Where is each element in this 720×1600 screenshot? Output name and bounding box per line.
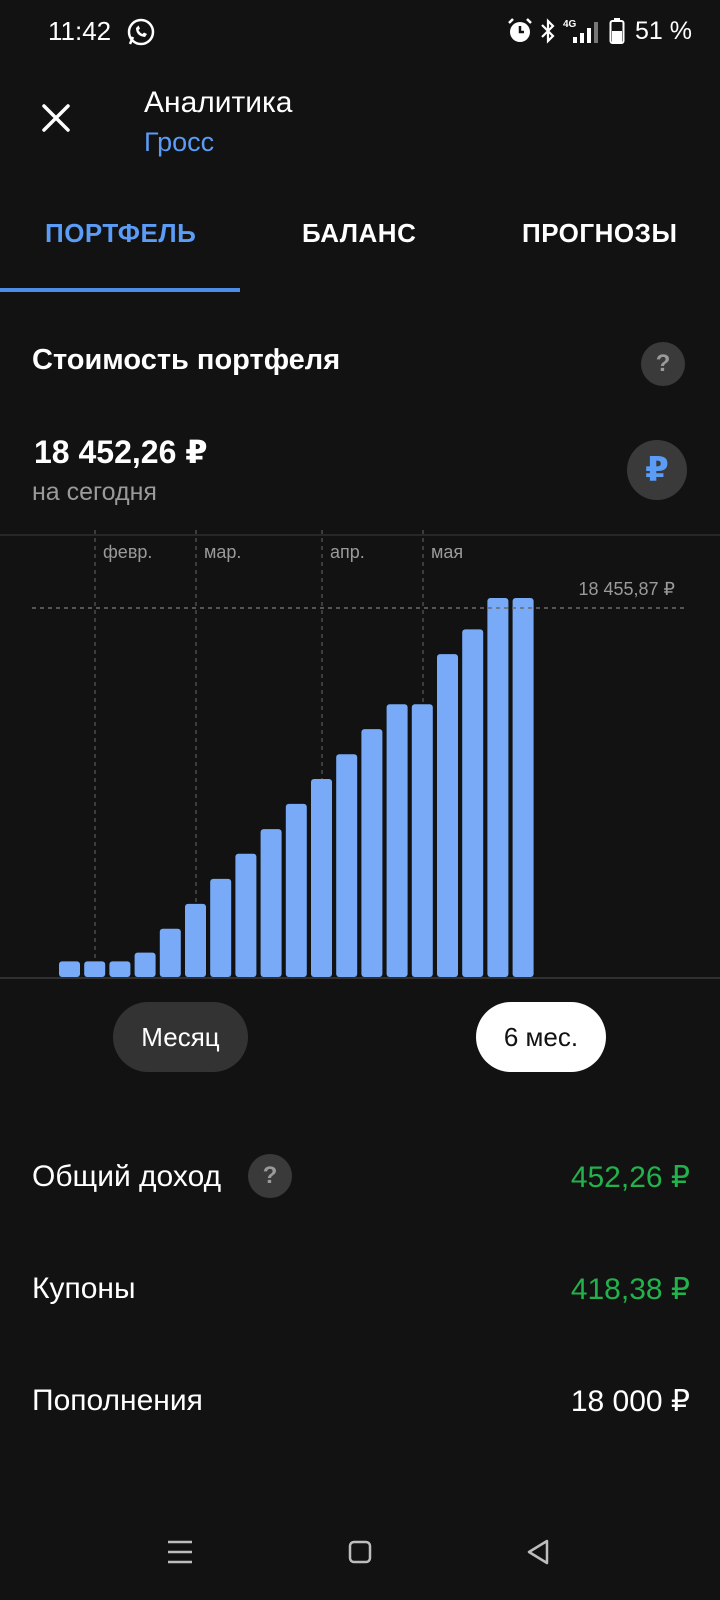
home-button[interactable]	[340, 1532, 380, 1572]
portfolio-value: 18 452,26 ₽	[34, 434, 208, 470]
menu-icon	[168, 1540, 192, 1564]
chart-month-label: мар.	[204, 542, 241, 562]
chart-bar	[59, 961, 80, 977]
portfolio-selector[interactable]: Гросс	[144, 127, 214, 158]
tab-balance[interactable]: БАЛАНС	[302, 218, 416, 249]
chart-month-label: февр.	[103, 542, 152, 562]
chart-bar	[311, 779, 332, 977]
chart-bar	[487, 598, 509, 977]
chart-bar	[109, 961, 131, 977]
back-button[interactable]	[518, 1532, 558, 1572]
tab-forecast[interactable]: ПРОГНОЗЫ	[522, 218, 677, 249]
deposits-value: 18 000 ₽	[570, 1385, 690, 1418]
period-6-months-button[interactable]: 6 мес.	[476, 1002, 606, 1072]
chart-bar	[437, 654, 458, 977]
total-income-label: Общий доход	[32, 1160, 222, 1193]
chart-bar	[235, 853, 257, 977]
chart-bar	[260, 829, 282, 977]
page-title: Аналитика	[144, 86, 293, 119]
close-icon	[42, 104, 70, 132]
currency-toggle-button[interactable]: ₽	[627, 440, 687, 500]
status-time: 11:42	[48, 16, 112, 46]
coupons-value: 418,38 ₽	[570, 1273, 690, 1306]
chart-month-label: апр.	[330, 542, 365, 562]
chart-bar	[285, 803, 307, 977]
home-icon	[348, 1540, 372, 1564]
menu-button[interactable]	[160, 1532, 200, 1572]
whatsapp-icon	[126, 17, 156, 47]
chart-bar	[84, 961, 106, 977]
back-icon	[527, 1539, 549, 1565]
close-button[interactable]	[30, 92, 82, 144]
chart-bar	[210, 878, 232, 977]
alarm-icon	[507, 18, 533, 44]
portfolio-help-button[interactable]: ?	[641, 342, 685, 386]
signal-4g-icon: 4G	[563, 17, 603, 45]
portfolio-value-caption: на сегодня	[32, 478, 157, 506]
chart-bar	[512, 598, 534, 977]
chart-max-label: 18 455,87 ₽	[578, 579, 675, 599]
portfolio-chart: февр. мар. апр. мая 18 455,87 ₽	[0, 530, 720, 979]
status-icons: 4G 51 %	[507, 14, 692, 48]
chart-bar	[185, 903, 206, 977]
chart-bar	[361, 729, 383, 977]
tab-portfolio[interactable]: ПОРТФЕЛЬ	[45, 218, 196, 249]
total-income-value: 452,26 ₽	[570, 1161, 690, 1194]
chart-bar	[336, 754, 358, 977]
chart-bar	[411, 704, 433, 977]
battery-icon	[609, 17, 625, 45]
active-tab-indicator	[0, 288, 240, 292]
deposits-label: Пополнения	[32, 1384, 203, 1417]
period-month-button[interactable]: Месяц	[113, 1002, 248, 1072]
bluetooth-icon	[539, 17, 557, 45]
chart-bar	[462, 629, 484, 977]
chart-bar	[134, 952, 156, 977]
svg-text:4G: 4G	[563, 19, 577, 30]
chart-bar	[159, 928, 181, 977]
chart-month-label: мая	[431, 542, 463, 562]
total-income-help-button[interactable]: ?	[248, 1154, 292, 1198]
section-title: Стоимость портфеля	[32, 344, 341, 376]
coupons-label: Купоны	[32, 1272, 136, 1305]
chart-bar	[386, 704, 408, 977]
battery-percent: 51 %	[635, 16, 692, 45]
